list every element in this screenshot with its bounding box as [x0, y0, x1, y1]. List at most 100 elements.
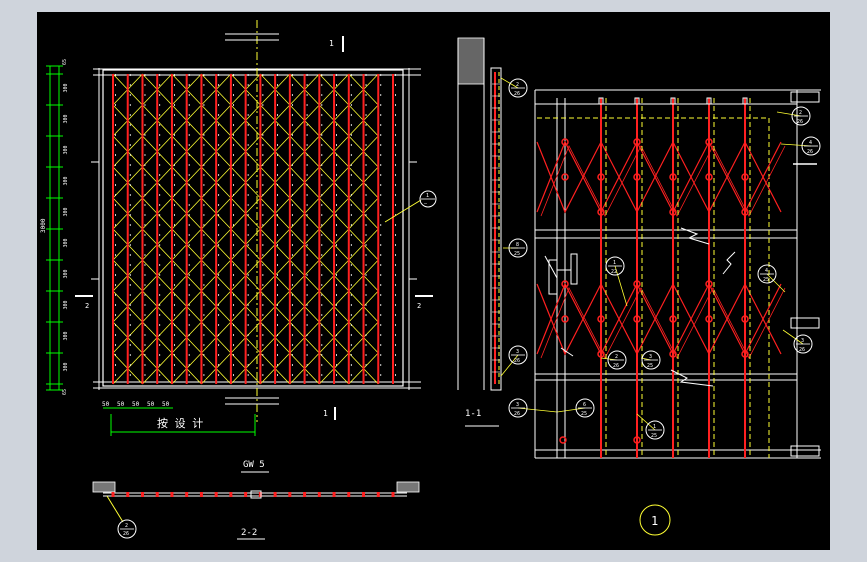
- bottom-dim-3: 50: [132, 401, 140, 408]
- detail-callout-top: 4: [765, 268, 768, 274]
- dim-top-label: 65: [62, 59, 68, 65]
- gate-elevation: 1 1 2 2 1 —: [75, 20, 437, 422]
- section-1-1-callout-top: 3: [516, 402, 519, 408]
- detail-1: 2 26 4 26 1 22 4 25 3 26 2 26 3 25 1 25 1: [534, 89, 821, 536]
- section-1-1-callout-bottom: 26: [514, 358, 520, 364]
- detail-callout-bottom: 25: [763, 277, 769, 283]
- detail-callout: 4 26: [801, 136, 821, 156]
- section-2-2-bar: [214, 492, 218, 497]
- section-1-1-leader: [517, 407, 558, 413]
- detail-callout-bottom: 25: [647, 363, 653, 369]
- wall-hatch: [457, 37, 485, 85]
- section-1-1-callout: 3 26: [508, 345, 528, 365]
- cad-viewport-frame: 1 1 2 2 1 — 300 300 300 300 300 300 300 300 300 3…: [0, 0, 867, 562]
- bottom-dimensions: 50 50 50 50 50 按 设 计 GW 5: [102, 401, 269, 473]
- callout-bottom: —: [424, 201, 428, 207]
- detail-callout-top: 1: [653, 424, 656, 430]
- section-2-2-bar: [288, 492, 292, 497]
- section-2-2-bars: [111, 490, 395, 499]
- break-line-2: [722, 251, 736, 275]
- section-1-1-label: 1-1: [465, 409, 481, 419]
- detail-callout-bottom: 22: [611, 269, 617, 275]
- detail-callout-top: 4: [809, 140, 812, 146]
- section-2-2-leader: [106, 495, 124, 523]
- bracket-bottom: [790, 445, 820, 457]
- detail-callout-top: 3: [801, 338, 804, 344]
- section-1-1-callout-top: 8: [516, 242, 519, 248]
- dimension-segment-label: 300: [63, 300, 69, 309]
- section-2-2-bar: [362, 492, 366, 497]
- section-1-1-callout: 8 25: [508, 238, 528, 258]
- bottom-dim-5: 50: [162, 401, 170, 408]
- dimension-segment-label: 300: [63, 269, 69, 278]
- drawing-svg: 1 1 2 2 1 — 3003003003003003003003003003…: [40, 20, 821, 540]
- wall-right: [396, 481, 420, 493]
- detail-callout: 2 26: [607, 350, 627, 370]
- detail-callout-bottom: 25: [651, 433, 657, 439]
- section-2-2-bar: [332, 492, 336, 497]
- drawing-canvas[interactable]: 1 1 2 2 1 — 300 300 300 300 300 300 300 300 300 3…: [37, 12, 830, 550]
- bottom-dim-1: 50: [102, 401, 110, 408]
- detail-callout: 4 25: [757, 264, 777, 284]
- section-2-2-bar: [140, 492, 144, 497]
- section-mark-1-top-label: 1: [329, 39, 334, 48]
- section-2-2-bar: [376, 492, 380, 497]
- detail-callout-top: 2: [799, 110, 802, 116]
- dim-bottom-label: 65: [62, 389, 68, 395]
- dimension-ticks: 300 300 300 300 300 300 300 300 300 300: [46, 65, 69, 391]
- detail-callout: 3 26: [793, 334, 813, 354]
- dimension-segment-label: 300: [63, 238, 69, 247]
- dimension-segment-label: 300: [63, 331, 69, 340]
- dimension-segment-label: 300: [63, 176, 69, 185]
- section-2-2-bar: [111, 492, 115, 497]
- detail-callout-bottom: 26: [807, 149, 813, 155]
- detail-callout: 2 26: [791, 106, 811, 126]
- detail-label: 1: [651, 514, 658, 528]
- dimension-segment-label: 300: [63, 145, 69, 154]
- bracket-top: [790, 91, 820, 103]
- section-mark-2-left-label: 2: [85, 302, 89, 310]
- section-2-2-bar: [317, 492, 321, 497]
- section-1-1-callout-bottom: 26: [514, 91, 520, 97]
- elevation-frame: [102, 69, 404, 387]
- detail-callout: 1 22: [605, 256, 625, 276]
- section-1-1-callout-bottom: 25: [581, 411, 587, 417]
- detail-callout-top: 1: [613, 260, 616, 266]
- dimension-segment-label: 300: [63, 83, 69, 92]
- section-1-1-callout: 2 26: [508, 78, 528, 98]
- callout-top: 1: [426, 193, 429, 199]
- section-2-2-bar: [273, 492, 277, 497]
- section-2-2-bar: [185, 492, 189, 497]
- section-2-2-callout-bottom: 26: [123, 531, 129, 537]
- section-2-2-bar: [126, 492, 130, 497]
- section-2-2: 2 26 2-2: [92, 481, 420, 540]
- section-2-2-bar: [303, 492, 307, 497]
- section-1-1-callout-top: 6: [583, 402, 586, 408]
- detail-lattice: [536, 138, 786, 444]
- detail-callout: 3 25: [641, 350, 661, 370]
- detail-callout-bottom: 26: [797, 119, 803, 125]
- elevation-bars: [112, 74, 396, 384]
- detail-callouts: 2 26 4 26 1 22 4 25 3 26 2 26 3 25 1 25: [600, 106, 821, 440]
- section-2-2-bar: [170, 492, 174, 497]
- section-2-2-bar: [347, 492, 351, 497]
- detail-callout-bottom: 26: [613, 363, 619, 369]
- section-1-1-callout-bottom: 26: [514, 411, 520, 417]
- section-2-2-label: 2-2: [241, 528, 257, 538]
- section-1-1-callout-bottom: 25: [514, 251, 520, 257]
- handle-leader: [544, 255, 558, 279]
- detail-bars: [598, 97, 751, 458]
- vertical-dimension-chain: 300 300 300 300 300 300 300 300 300 300 3000 65 6…: [40, 59, 69, 395]
- wall-left: [92, 481, 116, 493]
- section-2-2-callout-top: 2: [125, 523, 128, 529]
- section-1-1-callout: 6 25: [575, 398, 595, 418]
- section-1-1-callout-top: 3: [516, 349, 519, 355]
- section-1-1: 2 26 8 25 3 26 3 26 6 25 1-1: [457, 37, 595, 427]
- bottom-dim-4: 50: [147, 401, 155, 408]
- break-line-3: [670, 369, 714, 387]
- section-2-2-bar: [244, 492, 248, 497]
- dimension-segment-label: 300: [63, 362, 69, 371]
- section-mark-2-right-label: 2: [417, 302, 421, 310]
- handle-grip[interactable]: [570, 253, 578, 285]
- detail-callout-top: 3: [649, 354, 652, 360]
